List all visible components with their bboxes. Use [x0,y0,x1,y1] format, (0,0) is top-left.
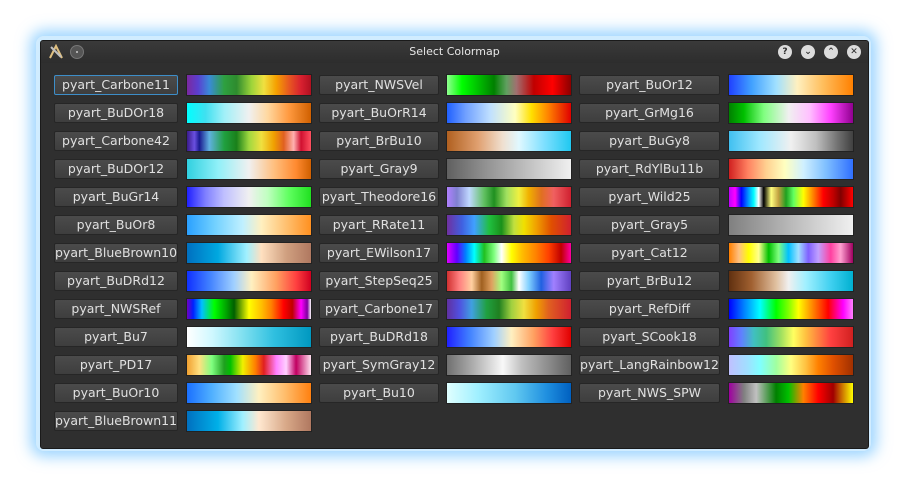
colormap-button[interactable]: pyart_BuDRd12 [54,271,178,291]
colormap-button[interactable]: pyart_Gray9 [319,159,439,179]
colormap-preview-swatch[interactable] [728,214,854,236]
colormap-preview-swatch[interactable] [186,242,312,264]
colormap-preview-swatch[interactable] [446,354,572,376]
colormap-preview-swatch[interactable] [446,102,572,124]
colormap-button[interactable]: pyart_Theodore16 [319,187,439,207]
colormap-button[interactable]: pyart_Bu7 [54,327,178,347]
colormap-preview-swatch[interactable] [728,382,854,404]
colormap-preview-swatch[interactable] [186,158,312,180]
colormap-button[interactable]: pyart_BlueBrown10 [54,243,178,263]
colormap-preview-swatch[interactable] [186,410,312,432]
colormap-preview-swatch[interactable] [186,270,312,292]
colormap-preview-swatch[interactable] [186,382,312,404]
colormap-preview-swatch[interactable] [446,326,572,348]
colormap-preview-swatch[interactable] [186,354,312,376]
colormap-preview-swatch[interactable] [446,242,572,264]
colormap-button[interactable]: pyart_Carbone17 [319,299,439,319]
colormap-button[interactable]: pyart_BuOr8 [54,215,178,235]
colormap-button[interactable]: pyart_Carbone11 [54,75,178,95]
colormap-button[interactable]: pyart_LangRainbow12 [579,355,720,375]
colormap-button[interactable]: pyart_BlueBrown11 [54,411,178,431]
colormap-button[interactable]: pyart_BuDRd18 [319,327,439,347]
colormap-button[interactable]: pyart_Gray5 [579,215,720,235]
colormap-button[interactable]: pyart_BuGy8 [579,131,720,151]
colormap-preview-swatch[interactable] [728,130,854,152]
colormap-preview-swatch[interactable] [446,158,572,180]
colormap-button[interactable]: pyart_Cat12 [579,243,720,263]
colormap-preview-swatch[interactable] [728,158,854,180]
colormap-button[interactable]: pyart_Carbone42 [54,131,178,151]
colormap-preview-swatch[interactable] [728,298,854,320]
colormap-preview-swatch[interactable] [446,130,572,152]
close-icon[interactable]: ✕ [847,45,861,59]
colormap-button[interactable]: pyart_Wild25 [579,187,720,207]
colormap-button[interactable]: pyart_Bu10 [319,383,439,403]
colormap-button[interactable]: pyart_RefDiff [579,299,720,319]
colormap-preview-swatch[interactable] [728,270,854,292]
colormap-preview-swatch[interactable] [186,298,312,320]
colormap-button[interactable]: pyart_RRate11 [319,215,439,235]
colormap-preview-swatch[interactable] [186,130,312,152]
window-title: Select Colormap [409,45,500,58]
colormap-preview-swatch[interactable] [186,326,312,348]
colormap-preview-swatch[interactable] [446,186,572,208]
colormap-preview-swatch[interactable] [446,298,572,320]
minimize-icon[interactable]: ⌄ [801,45,815,59]
colormap-preview-swatch[interactable] [446,382,572,404]
colormap-button[interactable]: pyart_BuOrR14 [319,103,439,123]
colormap-button[interactable]: pyart_BuDOr18 [54,103,178,123]
colormap-button[interactable]: pyart_BuOr10 [54,383,178,403]
colormap-preview-swatch[interactable] [728,186,854,208]
colormap-button[interactable]: pyart_BuOr12 [579,75,720,95]
colormap-preview-swatch[interactable] [446,74,572,96]
colormap-button[interactable]: pyart_BrBu10 [319,131,439,151]
select-colormap-dialog: Select Colormap ? ⌄ ⌃ ✕ pyart_Carbone11p… [40,40,869,449]
title-bar[interactable]: Select Colormap ? ⌄ ⌃ ✕ [41,41,868,63]
colormap-preview-swatch[interactable] [728,354,854,376]
colormap-button[interactable]: pyart_PD17 [54,355,178,375]
colormap-button[interactable]: pyart_BuGr14 [54,187,178,207]
colormap-button[interactable]: pyart_BuDOr12 [54,159,178,179]
colormap-preview-swatch[interactable] [186,74,312,96]
colormap-preview-swatch[interactable] [728,102,854,124]
colormap-preview-swatch[interactable] [728,326,854,348]
colormap-preview-swatch[interactable] [728,242,854,264]
colormap-button[interactable]: pyart_StepSeq25 [319,271,439,291]
colormap-button[interactable]: pyart_NWSRef [54,299,178,319]
colormap-button[interactable]: pyart_SCook18 [579,327,720,347]
colormap-button[interactable]: pyart_BrBu12 [579,271,720,291]
colormap-button[interactable]: pyart_NWS_SPW [579,383,720,403]
colormap-preview-swatch[interactable] [186,102,312,124]
help-icon[interactable]: ? [778,45,792,59]
colormap-preview-swatch[interactable] [446,214,572,236]
colormap-button[interactable]: pyart_GrMg16 [579,103,720,123]
colormap-preview-swatch[interactable] [186,214,312,236]
colormap-preview-swatch[interactable] [186,186,312,208]
colormap-button[interactable]: pyart_SymGray12 [319,355,439,375]
colormap-preview-swatch[interactable] [446,270,572,292]
colormap-button[interactable]: pyart_NWSVel [319,75,439,95]
colormap-button[interactable]: pyart_EWilson17 [319,243,439,263]
colormap-preview-swatch[interactable] [728,74,854,96]
maximize-icon[interactable]: ⌃ [824,45,838,59]
colormap-button[interactable]: pyart_RdYlBu11b [579,159,720,179]
